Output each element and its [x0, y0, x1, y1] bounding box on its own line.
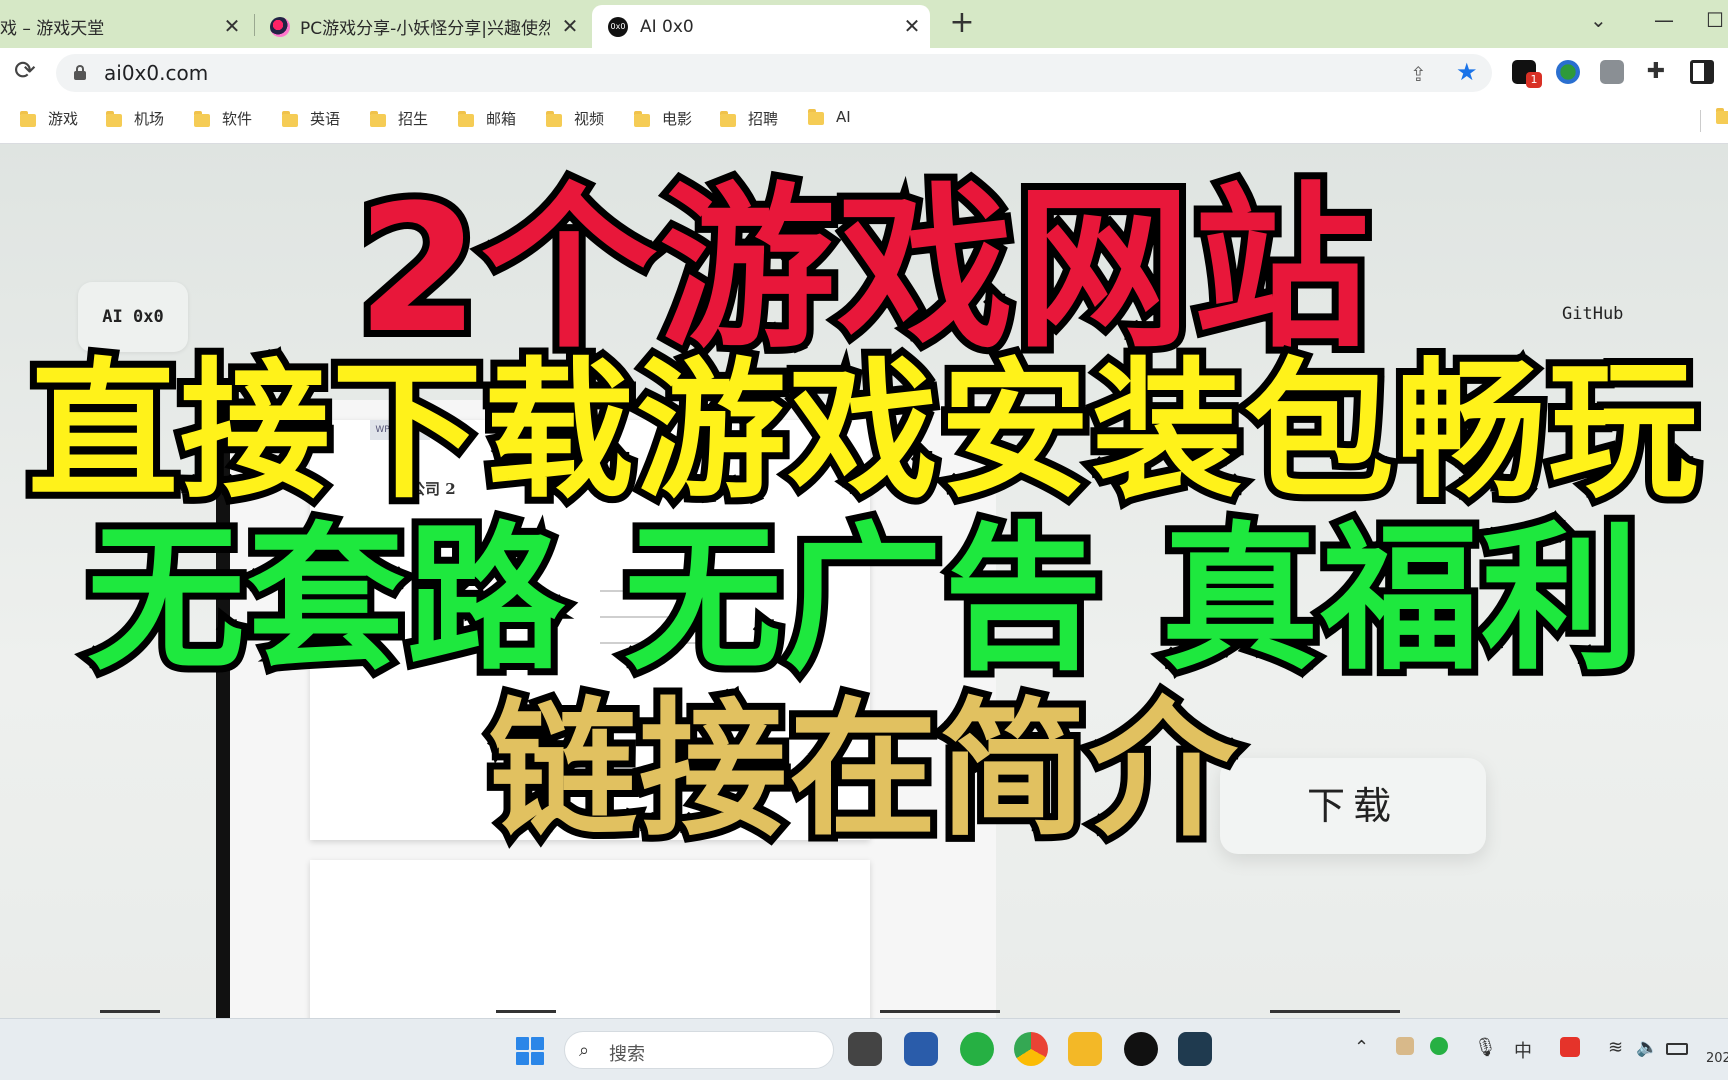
ai0x0-favicon-icon: 0x0 [608, 16, 628, 37]
folder-icon [194, 110, 210, 127]
extension-0x0-icon[interactable]: 1 [1512, 60, 1542, 88]
printer-extension-icon[interactable] [1600, 60, 1624, 84]
folder-icon [634, 110, 650, 127]
bookmark-label: 招聘 [748, 110, 779, 128]
bookmark-folder-jobs[interactable]: 招聘 [720, 108, 778, 129]
video-editor-icon[interactable] [1178, 1032, 1212, 1066]
ime-indicator[interactable]: 中 [1514, 1037, 1532, 1063]
sogou-input-icon[interactable] [1560, 1037, 1580, 1057]
bookmark-label: 电影 [662, 110, 693, 128]
bookmarks-bar: 游戏 机场 软件 英语 招生 邮箱 视频 电影 招聘 AI [0, 98, 1728, 144]
lock-icon[interactable] [74, 65, 86, 80]
microphone-icon[interactable]: 🎙 [1474, 1037, 1497, 1058]
tab-close-icon[interactable]: ✕ [902, 16, 922, 36]
folder-icon [370, 110, 386, 127]
taskbar-search[interactable]: ⌕ 搜索 [564, 1031, 834, 1069]
search-icon: ⌕ [579, 1040, 590, 1061]
other-bookmarks-folder[interactable] [1716, 108, 1728, 124]
bookmark-label: 英语 [310, 110, 341, 128]
wechat-tray-icon[interactable] [1430, 1037, 1448, 1055]
wechat-icon[interactable] [960, 1032, 994, 1066]
globe-extension-icon[interactable] [1556, 60, 1580, 84]
url-text[interactable]: ai0x0.com [104, 61, 208, 85]
tab-pc-game-share[interactable]: PC游戏分享-小妖怪分享|兴趣使然的 ✕ [260, 5, 588, 48]
overlay-title-line-2: 直接下载游戏安装包畅玩 [21, 345, 1705, 519]
ai0x0-app-icon[interactable] [1124, 1032, 1158, 1066]
folder-icon [20, 110, 36, 127]
minimize-button[interactable]: — [1654, 8, 1674, 32]
star-icon[interactable]: ★ [1456, 58, 1478, 86]
page-footer-link[interactable] [496, 1010, 576, 1018]
tab-separator [254, 14, 255, 36]
site-favicon-icon [270, 16, 290, 37]
address-bar[interactable]: ai0x0.com ⇪ ★ [56, 54, 1492, 92]
bookmark-folder-movies[interactable]: 电影 [634, 108, 692, 129]
overlay-title-line-3: 无套路 无广告 真福利 [80, 508, 1646, 692]
maximize-button[interactable]: ☐ [1706, 8, 1724, 32]
wifi-icon[interactable]: ≋ [1608, 1037, 1623, 1058]
folder-icon [458, 110, 474, 127]
overlay-title-line-1: 2个游戏网站 [350, 167, 1376, 372]
taskbar-clock[interactable]: 202 [1706, 1051, 1728, 1066]
tab-strip: 戏 – 游戏天堂 ✕ PC游戏分享-小妖怪分享|兴趣使然的 ✕ 0x0 AI 0… [0, 0, 1728, 48]
extension-badge: 1 [1526, 72, 1542, 88]
folder-icon [720, 110, 736, 127]
tab-ai-0x0-active[interactable]: 0x0 AI 0x0 ✕ [592, 5, 930, 48]
bookmark-folder-games[interactable]: 游戏 [20, 108, 78, 129]
document-page [310, 860, 870, 1018]
bookmark-label: AI [836, 108, 851, 126]
folder-icon [546, 110, 562, 127]
volume-icon[interactable]: 🔈 [1636, 1037, 1658, 1058]
bookmark-folder-software[interactable]: 软件 [194, 108, 252, 129]
bookmark-folder-admissions[interactable]: 招生 [370, 108, 428, 129]
bookmark-label: 软件 [222, 110, 253, 128]
tray-app-icon[interactable] [1396, 1037, 1414, 1055]
share-icon[interactable]: ⇪ [1410, 62, 1427, 86]
folder-icon [106, 110, 122, 127]
file-explorer-icon[interactable] [1068, 1032, 1102, 1066]
microsoft-store-icon[interactable] [904, 1032, 938, 1066]
tab-search-chevron-icon[interactable]: ⌄ [1590, 8, 1607, 32]
browser-toolbar: ⟳ ai0x0.com ⇪ ★ 1 ✚ [0, 48, 1728, 98]
windows-start-icon[interactable] [516, 1037, 544, 1065]
task-view-icon[interactable] [848, 1032, 882, 1066]
show-hidden-icons-chevron-icon[interactable]: ⌃ [1354, 1037, 1369, 1058]
bookmark-label: 招生 [398, 110, 429, 128]
reload-icon[interactable]: ⟳ [14, 56, 36, 86]
bookmark-folder-video[interactable]: 视频 [546, 108, 604, 129]
bookmark-label: 机场 [134, 110, 165, 128]
bookmark-folder-airport[interactable]: 机场 [106, 108, 164, 129]
new-tab-button[interactable]: + [948, 8, 976, 38]
tab-title: AI 0x0 [640, 16, 694, 37]
bookmark-label: 邮箱 [486, 110, 517, 128]
tab-close-icon[interactable]: ✕ [222, 16, 242, 36]
folder-icon [808, 109, 824, 125]
bookmark-label: 游戏 [48, 110, 79, 128]
bookmark-label: 视频 [574, 110, 605, 128]
taskbar-search-placeholder: 搜索 [609, 1044, 645, 1065]
chrome-icon[interactable] [1014, 1032, 1048, 1066]
windows-taskbar: ⌕ 搜索 ⌃ 🎙 中 ≋ 🔈 202 [0, 1018, 1728, 1080]
bookmark-folder-mail[interactable]: 邮箱 [458, 108, 516, 129]
tab-close-icon[interactable]: ✕ [560, 16, 580, 36]
bookmarks-divider [1700, 110, 1701, 132]
battery-icon[interactable] [1666, 1043, 1688, 1055]
bookmark-folder-english[interactable]: 英语 [282, 108, 340, 129]
bookmark-folder-ai[interactable]: AI [808, 108, 851, 126]
folder-icon [282, 110, 298, 127]
tab-game-paradise[interactable]: 戏 – 游戏天堂 ✕ [0, 5, 250, 48]
page-footer-link[interactable] [100, 1010, 220, 1018]
sidebar-icon[interactable] [1690, 60, 1714, 84]
extension-puzzle-icon[interactable]: ✚ [1644, 60, 1668, 84]
folder-icon [1716, 108, 1728, 124]
page-footer-link[interactable] [880, 1010, 1020, 1018]
overlay-title-line-4: 链接在简介 [482, 683, 1244, 857]
tab-title: PC游戏分享-小妖怪分享|兴趣使然的 [300, 19, 550, 39]
page-footer-link[interactable] [1270, 1010, 1410, 1018]
tab-title: 戏 – 游戏天堂 [0, 19, 105, 39]
